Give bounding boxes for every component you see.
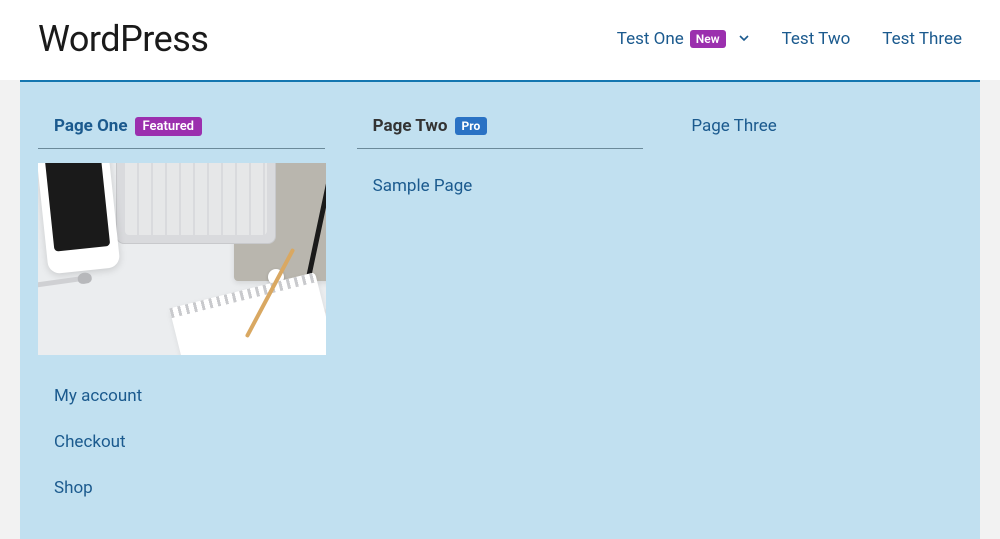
badge-featured: Featured	[135, 117, 203, 136]
site-logo: WordPress	[38, 18, 208, 60]
badge-pro: Pro	[455, 117, 488, 135]
column-heading-page-one[interactable]: Page One Featured	[38, 116, 325, 149]
column-title: Page One	[54, 116, 128, 136]
badge-new: New	[690, 30, 726, 48]
primary-nav: Test One New Test Two Test Three	[617, 29, 962, 49]
nav-item-test-one[interactable]: Test One New	[617, 29, 750, 49]
nav-label: Test One	[617, 29, 684, 49]
menu-link-shop[interactable]: Shop	[38, 465, 325, 511]
header: WordPress Test One New Test Two Test Thr…	[0, 0, 1000, 80]
mega-column-1: Page One Featured My account Checkout Sh…	[38, 116, 325, 511]
mega-column-3: Page Three	[675, 116, 962, 511]
column-heading-page-three[interactable]: Page Three	[675, 116, 962, 136]
column-image	[38, 163, 326, 355]
menu-link-checkout[interactable]: Checkout	[38, 419, 325, 465]
column-title: Page Two	[373, 116, 448, 136]
mega-menu-panel: Page One Featured My account Checkout Sh…	[20, 80, 980, 539]
nav-item-test-two[interactable]: Test Two	[782, 29, 851, 49]
nav-label: Test Two	[782, 29, 851, 49]
mega-column-2: Page Two Pro Sample Page	[357, 116, 644, 511]
nav-item-test-three[interactable]: Test Three	[882, 29, 962, 49]
nav-label: Test Three	[882, 29, 962, 49]
column-heading-page-two: Page Two Pro	[357, 116, 644, 149]
menu-link-my-account[interactable]: My account	[38, 373, 325, 419]
menu-link-sample-page[interactable]: Sample Page	[357, 163, 644, 209]
mega-menu-columns: Page One Featured My account Checkout Sh…	[38, 116, 962, 511]
chevron-down-icon	[738, 29, 750, 49]
